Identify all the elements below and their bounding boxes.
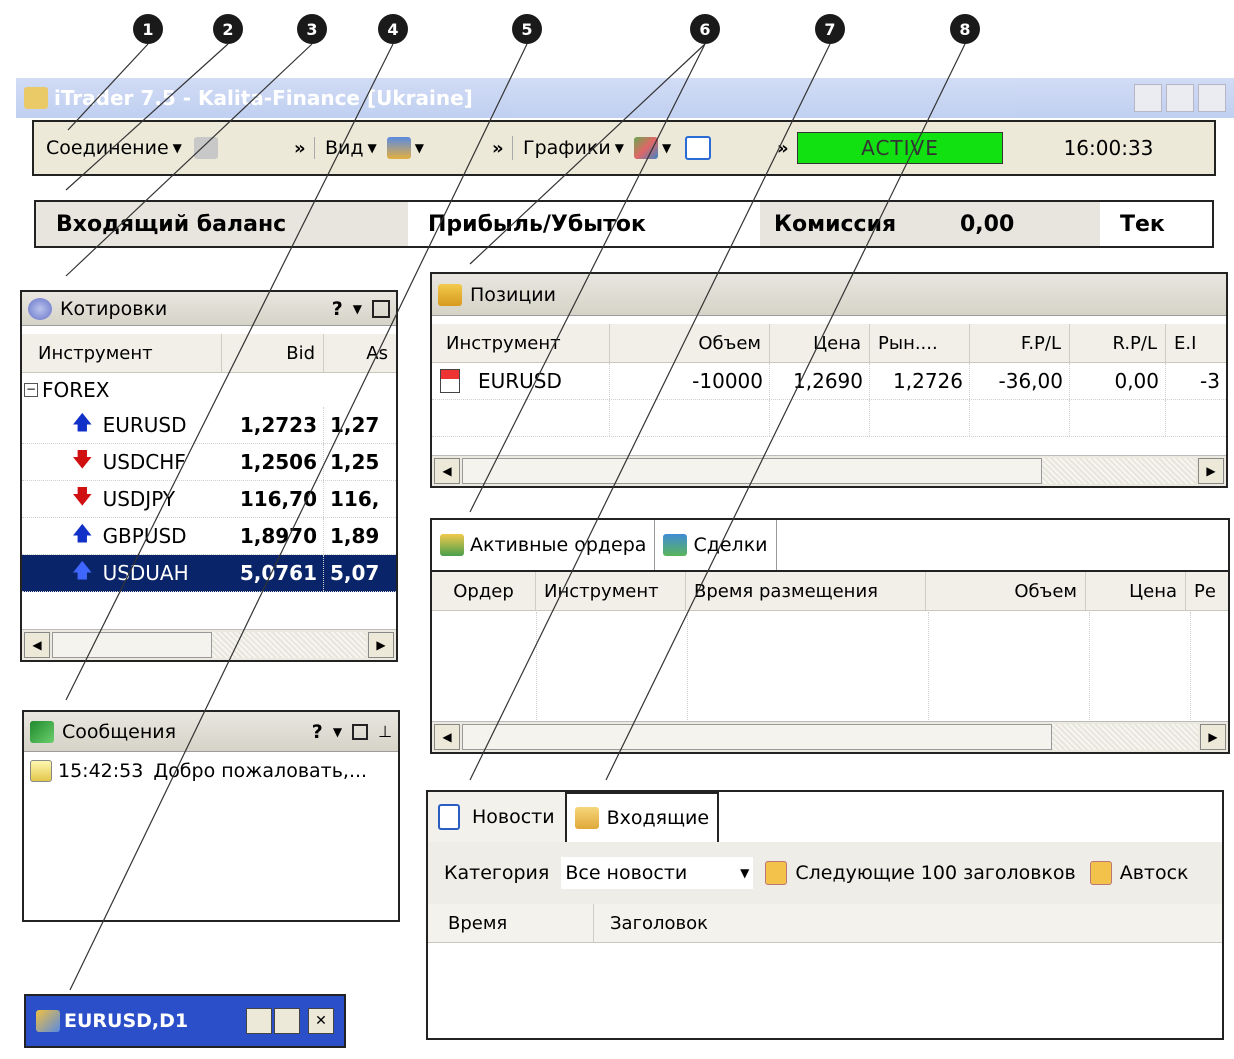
callout-lines [65, 43, 966, 991]
